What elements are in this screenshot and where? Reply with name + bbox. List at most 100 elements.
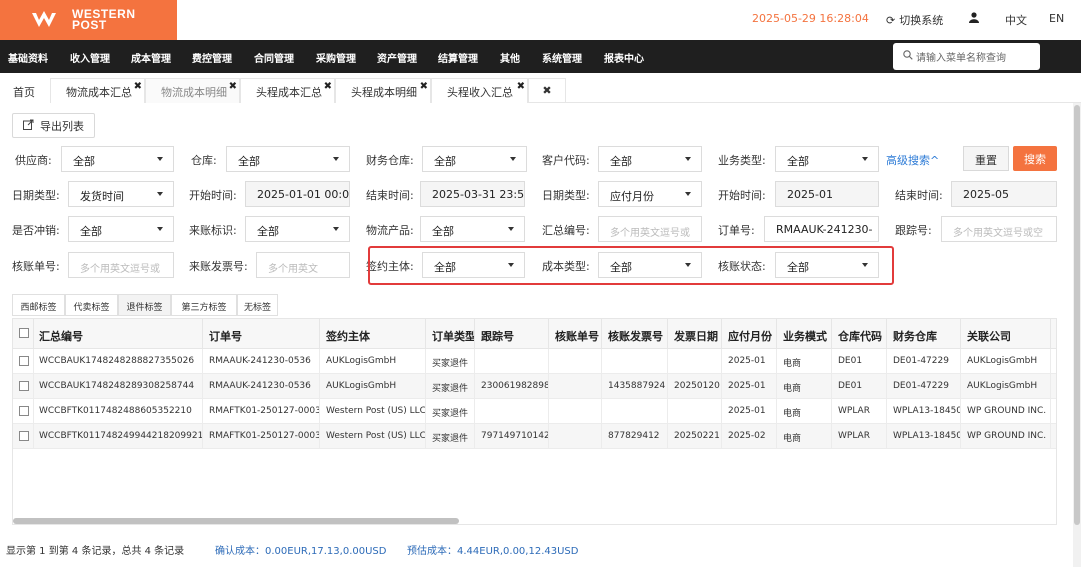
tab-logistics-cost-detail[interactable]: 物流成本明细 ✖ bbox=[145, 78, 240, 103]
product-select[interactable]: 全部 bbox=[420, 216, 525, 242]
supplier-value: 全部 bbox=[73, 155, 95, 168]
row-checkbox[interactable] bbox=[19, 431, 29, 441]
col-tracking-no[interactable]: 跟踪号 bbox=[475, 319, 549, 349]
user-icon[interactable] bbox=[969, 12, 979, 26]
order-no-label: 订单号: bbox=[718, 224, 755, 237]
close-icon[interactable]: ✖ bbox=[134, 81, 142, 92]
fin-warehouse-select[interactable]: 全部 bbox=[422, 146, 527, 172]
col-verify-invoice-no[interactable]: 核账发票号 bbox=[602, 319, 668, 349]
invoice-no-input[interactable]: 多个用英文 bbox=[256, 252, 350, 278]
subtab-return-label[interactable]: 退件标签 bbox=[118, 294, 171, 316]
cell-contract-subject: AUKLogisGmbH bbox=[320, 349, 426, 374]
logo-mark-icon bbox=[30, 11, 66, 29]
subtab-no-label[interactable]: 无标签 bbox=[237, 294, 278, 316]
end-time2-input[interactable]: 2025-05 bbox=[951, 181, 1057, 207]
scrollbar-thumb[interactable] bbox=[1074, 105, 1080, 525]
summary-no-input[interactable]: 多个用英文逗号或 bbox=[598, 216, 702, 242]
bill-flag-select[interactable]: 全部 bbox=[245, 216, 350, 242]
close-icon[interactable]: ✖ bbox=[324, 81, 332, 92]
row-checkbox[interactable] bbox=[19, 381, 29, 391]
tab-first-leg-income-summary[interactable]: 头程收入汇总 ✖ bbox=[431, 78, 528, 103]
brand-name: WESTERN POST bbox=[72, 8, 136, 31]
table-row[interactable]: WCCBAUK1748248288827355026 RMAAUK-241230… bbox=[13, 349, 1056, 374]
warehouse-select[interactable]: 全部 bbox=[226, 146, 350, 172]
subtab-third-party-label[interactable]: 第三方标签 bbox=[171, 294, 237, 316]
export-icon bbox=[23, 119, 34, 133]
export-list-button[interactable]: 导出列表 bbox=[12, 113, 95, 138]
tab-logistics-cost-summary[interactable]: 物流成本汇总 ✖ bbox=[50, 78, 145, 103]
biz-type-select[interactable]: 全部 bbox=[775, 146, 879, 172]
nav-item-asset[interactable]: 资产管理 bbox=[377, 50, 417, 65]
nav-item-system[interactable]: 系统管理 bbox=[542, 50, 582, 65]
select-all-checkbox[interactable] bbox=[19, 328, 29, 338]
close-icon[interactable]: ✖ bbox=[517, 81, 525, 92]
order-no-input[interactable]: RMAAUK-241230- bbox=[764, 216, 879, 242]
close-icon[interactable]: ✖ bbox=[229, 81, 237, 92]
cell-related-company: WP GROUND INC. bbox=[961, 399, 1051, 424]
caret-down-icon bbox=[333, 157, 339, 161]
row-checkbox[interactable] bbox=[19, 356, 29, 366]
menu-search-input[interactable]: 请输入菜单名称查询 bbox=[893, 43, 1040, 70]
table-row[interactable]: WCCBAUK1748248289308258744 RMAAUK-241230… bbox=[13, 374, 1056, 399]
cell-warehouse-code: DE01 bbox=[832, 349, 887, 374]
horizontal-scrollbar[interactable] bbox=[13, 518, 459, 524]
col-biz-mode[interactable]: 业务模式 bbox=[777, 319, 832, 349]
col-fin-warehouse[interactable]: 财务仓库 bbox=[887, 319, 961, 349]
close-icon[interactable]: ✖ bbox=[420, 81, 428, 92]
subtab-xiyou-label[interactable]: 西邮标签 bbox=[12, 294, 65, 316]
reset-button[interactable]: 重置 bbox=[963, 146, 1009, 171]
cell-verify-invoice-no bbox=[602, 349, 668, 374]
tab-home[interactable]: 首页 bbox=[0, 78, 50, 103]
nav-item-expense-control[interactable]: 费控管理 bbox=[192, 50, 232, 65]
col-order-no[interactable]: 订单号 bbox=[203, 319, 320, 349]
tab-first-leg-cost-summary[interactable]: 头程成本汇总 ✖ bbox=[240, 78, 335, 103]
nav-item-contract[interactable]: 合同管理 bbox=[254, 50, 294, 65]
close-all-tabs-icon[interactable]: ✖ bbox=[528, 78, 566, 103]
nav-item-income[interactable]: 收入管理 bbox=[70, 50, 110, 65]
start-time1-input[interactable]: 2025-01-01 00:0 bbox=[245, 181, 350, 207]
lang-zh-button[interactable]: 中文 bbox=[1005, 12, 1027, 28]
nav-item-basic-data[interactable]: 基础资料 bbox=[8, 50, 48, 65]
cell-order-no: RMAAUK-241230-0536 bbox=[203, 374, 320, 399]
verify-no-input[interactable]: 多个用英文逗号或 bbox=[68, 252, 174, 278]
vertical-scrollbar[interactable] bbox=[1073, 103, 1081, 567]
col-verify-no[interactable]: 核账单号 bbox=[549, 319, 602, 349]
nav-item-other[interactable]: 其他 bbox=[500, 50, 520, 65]
customer-code-value: 全部 bbox=[610, 155, 632, 168]
verify-status-select[interactable]: 全部 bbox=[775, 252, 879, 278]
offset-select[interactable]: 全部 bbox=[68, 216, 174, 242]
date-type2-select[interactable]: 应付月份 bbox=[598, 181, 702, 207]
date-type1-select[interactable]: 发货时间 bbox=[68, 181, 174, 207]
col-order-type[interactable]: 订单类型 bbox=[426, 319, 475, 349]
contract-subject-select[interactable]: 全部 bbox=[422, 252, 525, 278]
col-contract-subject[interactable]: 签约主体 bbox=[320, 319, 426, 349]
col-related-company[interactable]: 关联公司 bbox=[961, 319, 1051, 349]
subtab-consignment-label[interactable]: 代卖标签 bbox=[65, 294, 118, 316]
nav-item-cost[interactable]: 成本管理 bbox=[131, 50, 171, 65]
col-pay-month[interactable]: 应付月份 bbox=[722, 319, 777, 349]
tab-label: 物流成本明细 bbox=[161, 86, 227, 99]
advanced-search-toggle[interactable]: 高级搜索^ bbox=[886, 152, 939, 168]
nav-item-reports[interactable]: 报表中心 bbox=[604, 50, 644, 65]
end-time1-input[interactable]: 2025-03-31 23:5 bbox=[420, 181, 525, 207]
nav-item-purchase[interactable]: 采购管理 bbox=[316, 50, 356, 65]
switch-system-button[interactable]: ⟳ 切换系统 bbox=[886, 12, 943, 28]
tab-first-leg-cost-detail[interactable]: 头程成本明细 ✖ bbox=[335, 78, 431, 103]
nav-item-settlement[interactable]: 结算管理 bbox=[438, 50, 478, 65]
col-invoice-date[interactable]: 发票日期 bbox=[668, 319, 722, 349]
start-time2-input[interactable]: 2025-01 bbox=[775, 181, 879, 207]
date-type1-label: 日期类型: bbox=[12, 189, 60, 202]
supplier-select[interactable]: 全部 bbox=[61, 146, 174, 172]
lang-en-button[interactable]: EN bbox=[1049, 12, 1064, 25]
table-row[interactable]: WCCBFTK0117482499442182099​21 RMAFTK01-2… bbox=[13, 424, 1056, 449]
col-summary-no[interactable]: 汇总编号 bbox=[34, 319, 203, 349]
row-checkbox[interactable] bbox=[19, 406, 29, 416]
row-select-cell bbox=[13, 349, 34, 374]
cost-type-select[interactable]: 全部 bbox=[598, 252, 702, 278]
search-button[interactable]: 搜索 bbox=[1013, 146, 1057, 171]
customer-code-select[interactable]: 全部 bbox=[598, 146, 702, 172]
table-row[interactable]: WCCBFTK0117482488605352210 RMAFTK01-2501… bbox=[13, 399, 1056, 424]
tracking-input[interactable]: 多个用英文逗号或空 bbox=[941, 216, 1057, 242]
brand-logo[interactable]: WESTERN POST bbox=[0, 0, 177, 40]
col-warehouse-code[interactable]: 仓库代码 bbox=[832, 319, 887, 349]
